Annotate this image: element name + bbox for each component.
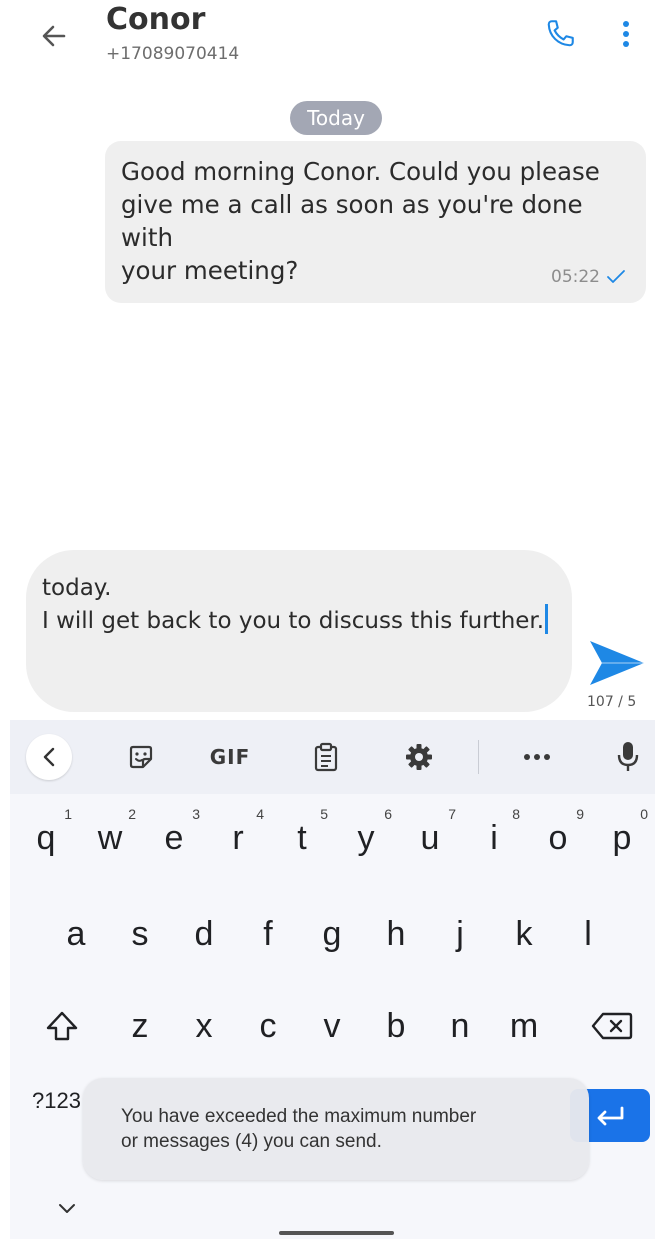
key-hint: 0 [640,806,648,822]
key-z[interactable]: z [108,990,172,1062]
symbols-key[interactable]: ?123 [32,1088,81,1114]
gear-icon [406,744,432,770]
key-d[interactable]: d [172,898,236,970]
shift-key[interactable] [26,990,98,1062]
enter-icon [597,1106,624,1125]
gif-label: GIF [209,745,251,769]
key-c[interactable]: c [236,990,300,1062]
key-u[interactable]: u7 [398,802,462,874]
chevron-down-icon [59,1204,75,1213]
more-options-button[interactable] [606,10,646,58]
send-button[interactable] [585,636,649,690]
key-hint: 7 [448,806,456,822]
message-bubble[interactable]: Good morning Conor. Could you please giv… [105,141,646,303]
backspace-icon [591,1012,633,1040]
clipboard-icon [314,742,338,772]
key-hint: 1 [64,806,72,822]
key-k[interactable]: k [492,898,556,970]
sticker-icon [129,745,153,769]
key-x[interactable]: x [172,990,236,1062]
key-v[interactable]: v [300,990,364,1062]
key-o[interactable]: o9 [526,802,590,874]
call-button[interactable] [536,10,584,58]
key-y[interactable]: y6 [334,802,398,874]
key-i[interactable]: i8 [462,802,526,874]
error-toast: You have exceeded the maximum number or … [83,1078,589,1180]
message-input-text: today. I will get back to you to discuss… [42,575,545,634]
key-w[interactable]: w2 [78,802,142,874]
check-icon [607,270,625,283]
more-horizontal-icon [524,754,550,760]
key-t[interactable]: t5 [270,802,334,874]
arrow-left-icon [42,25,66,47]
key-b[interactable]: b [364,990,428,1062]
sticker-button[interactable] [118,734,164,780]
gif-button[interactable]: GIF [200,734,260,780]
key-l[interactable]: l [556,898,620,970]
key-n[interactable]: n [428,990,492,1062]
keyboard-toolbar: GIF [10,720,655,794]
contact-name: Conor [106,2,206,37]
key-hint: 5 [320,806,328,822]
contact-phone: +17089070414 [106,44,240,64]
back-button[interactable] [30,16,78,56]
character-counter: 107 / 5 [587,694,637,710]
key-j[interactable]: j [428,898,492,970]
phone-icon [547,20,574,47]
key-hint: 6 [384,806,392,822]
more-tools-button[interactable] [514,734,560,780]
chevron-left-icon [43,747,55,767]
key-hint: 8 [512,806,520,822]
toolbar-divider [478,740,479,774]
key-g[interactable]: g [300,898,364,970]
shift-icon [46,1011,78,1041]
key-a[interactable]: a [44,898,108,970]
message-meta: 05:22 [551,267,626,287]
clipboard-button[interactable] [303,734,349,780]
key-hint: 3 [192,806,200,822]
key-e[interactable]: e3 [142,802,206,874]
message-input[interactable]: today. I will get back to you to discuss… [26,550,572,712]
more-vertical-icon [623,21,629,47]
hide-keyboard-button[interactable] [52,1196,82,1220]
key-r[interactable]: r4 [206,802,270,874]
message-time: 05:22 [551,267,600,287]
key-hint: 9 [576,806,584,822]
key-p[interactable]: p0 [590,802,654,874]
key-m[interactable]: m [492,990,556,1062]
key-hint: 4 [256,806,264,822]
microphone-icon [617,742,639,771]
text-cursor [545,604,549,634]
send-icon [590,641,644,685]
backspace-key[interactable] [576,990,648,1062]
key-h[interactable]: h [364,898,428,970]
key-f[interactable]: f [236,898,300,970]
voice-input-button[interactable] [608,734,648,780]
gesture-navigation-handle[interactable] [279,1231,394,1235]
settings-button[interactable] [396,734,442,780]
keyboard-collapse-button[interactable] [26,734,72,780]
key-hint: 2 [128,806,136,822]
date-separator: Today [290,101,382,135]
key-s[interactable]: s [108,898,172,970]
key-q[interactable]: q1 [14,802,78,874]
